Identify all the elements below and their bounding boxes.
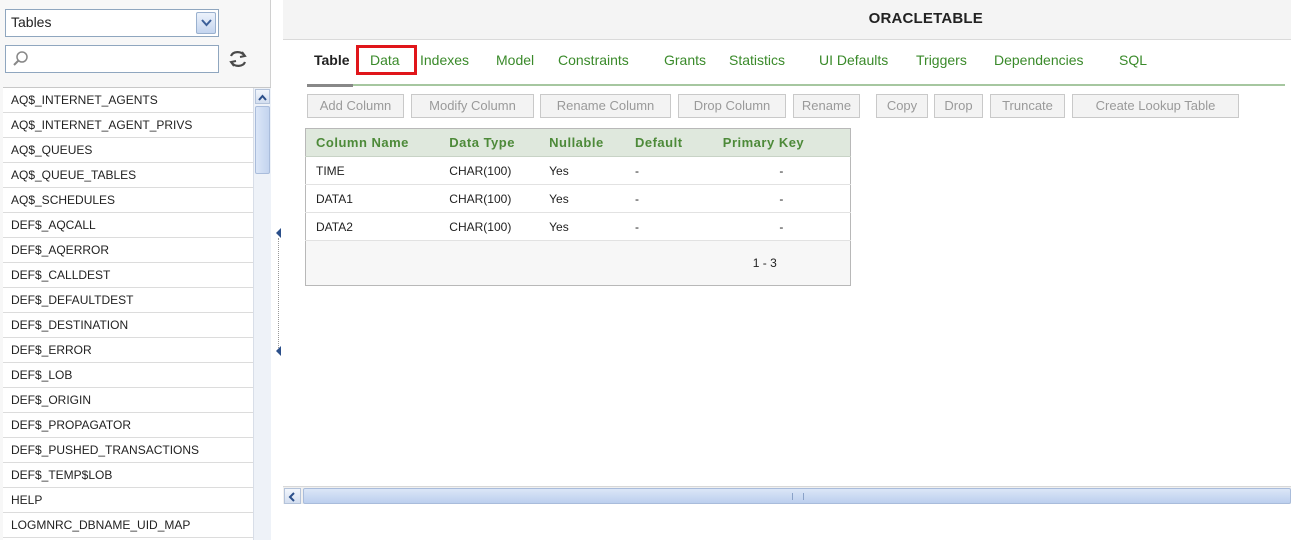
table-cell: Yes xyxy=(539,156,625,185)
drop-column-button[interactable]: Drop Column xyxy=(678,94,786,118)
collapse-left-icon[interactable] xyxy=(276,346,282,356)
columns-table: Column Name Data Type Nullable Default P… xyxy=(305,128,851,286)
table-cell: CHAR(100) xyxy=(439,212,540,241)
list-item[interactable]: LOGMNRC_DBNAME_UID_MAP xyxy=(3,513,253,538)
list-item[interactable]: AQ$_SCHEDULES xyxy=(3,188,253,213)
scroll-up-icon[interactable] xyxy=(255,89,270,104)
scrollbar-grip xyxy=(792,493,804,500)
create-lookup-table-button[interactable]: Create Lookup Table xyxy=(1072,94,1239,118)
table-row: DATA1 CHAR(100) Yes - - xyxy=(305,184,851,213)
list-item[interactable]: DEF$_TEMP$LOB xyxy=(3,463,253,488)
column-header[interactable]: Default xyxy=(624,128,713,157)
rename-column-button[interactable]: Rename Column xyxy=(540,94,671,118)
table-cell: CHAR(100) xyxy=(439,184,540,213)
data-tab-highlight xyxy=(356,45,417,75)
tab-ui-defaults[interactable]: UI Defaults xyxy=(819,52,888,68)
list-item[interactable]: DEF$_CALLDEST xyxy=(3,263,253,288)
table-cell: TIME xyxy=(305,156,440,185)
list-item[interactable]: DEF$_DEFAULTDEST xyxy=(3,288,253,313)
table-cell: DATA1 xyxy=(305,184,440,213)
table-cell: - xyxy=(624,184,713,213)
scroll-left-icon[interactable] xyxy=(284,488,301,504)
drop-button[interactable]: Drop xyxy=(934,94,983,118)
list-item[interactable]: DEF$_DESTINATION xyxy=(3,313,253,338)
column-header[interactable]: Data Type xyxy=(439,128,540,157)
list-item[interactable]: DEF$_LOB xyxy=(3,363,253,388)
tab-model[interactable]: Model xyxy=(496,52,534,68)
pagination-range: 1 - 3 xyxy=(752,256,777,270)
tab-constraints[interactable]: Constraints xyxy=(558,52,629,68)
list-item[interactable]: AQ$_QUEUES xyxy=(3,138,253,163)
scrollbar-thumb[interactable] xyxy=(255,106,270,174)
object-list-frame: AQ$_INTERNET_AGENTS AQ$_INTERNET_AGENT_P… xyxy=(3,87,271,540)
table-cell: - xyxy=(624,156,713,185)
pagination-label: 1 - 3 xyxy=(712,240,851,286)
list-item[interactable]: DEF$_ERROR xyxy=(3,338,253,363)
refresh-icon[interactable] xyxy=(226,47,250,71)
object-title-bar: ORACLETABLE xyxy=(283,0,1291,40)
column-header[interactable]: Primary Key xyxy=(712,128,851,157)
table-cell: DATA2 xyxy=(305,212,440,241)
table-header-row: Column Name Data Type Nullable Default P… xyxy=(305,128,851,157)
chevron-down-icon[interactable] xyxy=(196,12,216,34)
object-type-select[interactable]: Tables xyxy=(5,9,219,37)
active-tab-indicator xyxy=(307,84,353,87)
search-icon xyxy=(12,50,30,72)
list-item[interactable]: DEF$_ORIGIN xyxy=(3,388,253,413)
page-title: ORACLETABLE xyxy=(868,10,983,27)
splitter-grip xyxy=(278,238,280,350)
scrollbar-thumb[interactable] xyxy=(303,488,1291,504)
tab-bar-divider xyxy=(307,84,1285,86)
pagination-spacer xyxy=(305,240,713,286)
table-cell: - xyxy=(712,156,851,185)
tab-dependencies[interactable]: Dependencies xyxy=(994,52,1084,68)
column-header[interactable]: Nullable xyxy=(539,128,625,157)
table-cell: CHAR(100) xyxy=(439,156,540,185)
column-header[interactable]: Column Name xyxy=(305,128,440,157)
list-item[interactable]: AQ$_INTERNET_AGENT_PRIVS xyxy=(3,113,253,138)
rename-button[interactable]: Rename xyxy=(793,94,860,118)
tab-table[interactable]: Table xyxy=(314,52,350,68)
tab-triggers[interactable]: Triggers xyxy=(916,52,967,68)
table-cell: - xyxy=(712,212,851,241)
object-browser-panel: Tables AQ$_INTERNET_AGENTS AQ$_INTERNET_… xyxy=(0,0,271,540)
list-item[interactable]: DEF$_AQCALL xyxy=(3,213,253,238)
table-cell: Yes xyxy=(539,212,625,241)
object-type-value: Tables xyxy=(11,14,52,30)
list-item[interactable]: AQ$_QUEUE_TABLES xyxy=(3,163,253,188)
modify-column-button[interactable]: Modify Column xyxy=(411,94,534,118)
list-item[interactable]: HELP xyxy=(3,488,253,513)
object-search-input[interactable] xyxy=(34,49,214,69)
pagination-row: 1 - 3 xyxy=(305,240,851,286)
object-list: AQ$_INTERNET_AGENTS AQ$_INTERNET_AGENT_P… xyxy=(3,88,253,538)
table-cell: - xyxy=(624,212,713,241)
table-row: TIME CHAR(100) Yes - - xyxy=(305,156,851,185)
table-cell: Yes xyxy=(539,184,625,213)
tab-sql[interactable]: SQL xyxy=(1119,52,1147,68)
table-cell: - xyxy=(712,184,851,213)
main-horizontal-scrollbar[interactable] xyxy=(283,486,1291,504)
collapse-left-icon[interactable] xyxy=(276,228,282,238)
list-item[interactable]: DEF$_AQERROR xyxy=(3,238,253,263)
copy-button[interactable]: Copy xyxy=(876,94,928,118)
list-item[interactable]: DEF$_PROPAGATOR xyxy=(3,413,253,438)
table-row: DATA2 CHAR(100) Yes - - xyxy=(305,212,851,241)
object-list-scrollbar[interactable] xyxy=(253,88,271,540)
tab-statistics[interactable]: Statistics xyxy=(729,52,785,68)
truncate-button[interactable]: Truncate xyxy=(990,94,1065,118)
add-column-button[interactable]: Add Column xyxy=(307,94,404,118)
object-search-field[interactable] xyxy=(5,45,219,73)
tab-indexes[interactable]: Indexes xyxy=(420,52,469,68)
list-item[interactable]: AQ$_INTERNET_AGENTS xyxy=(3,88,253,113)
tab-grants[interactable]: Grants xyxy=(664,52,706,68)
list-item[interactable]: DEF$_PUSHED_TRANSACTIONS xyxy=(3,438,253,463)
panel-splitter[interactable] xyxy=(274,228,284,362)
